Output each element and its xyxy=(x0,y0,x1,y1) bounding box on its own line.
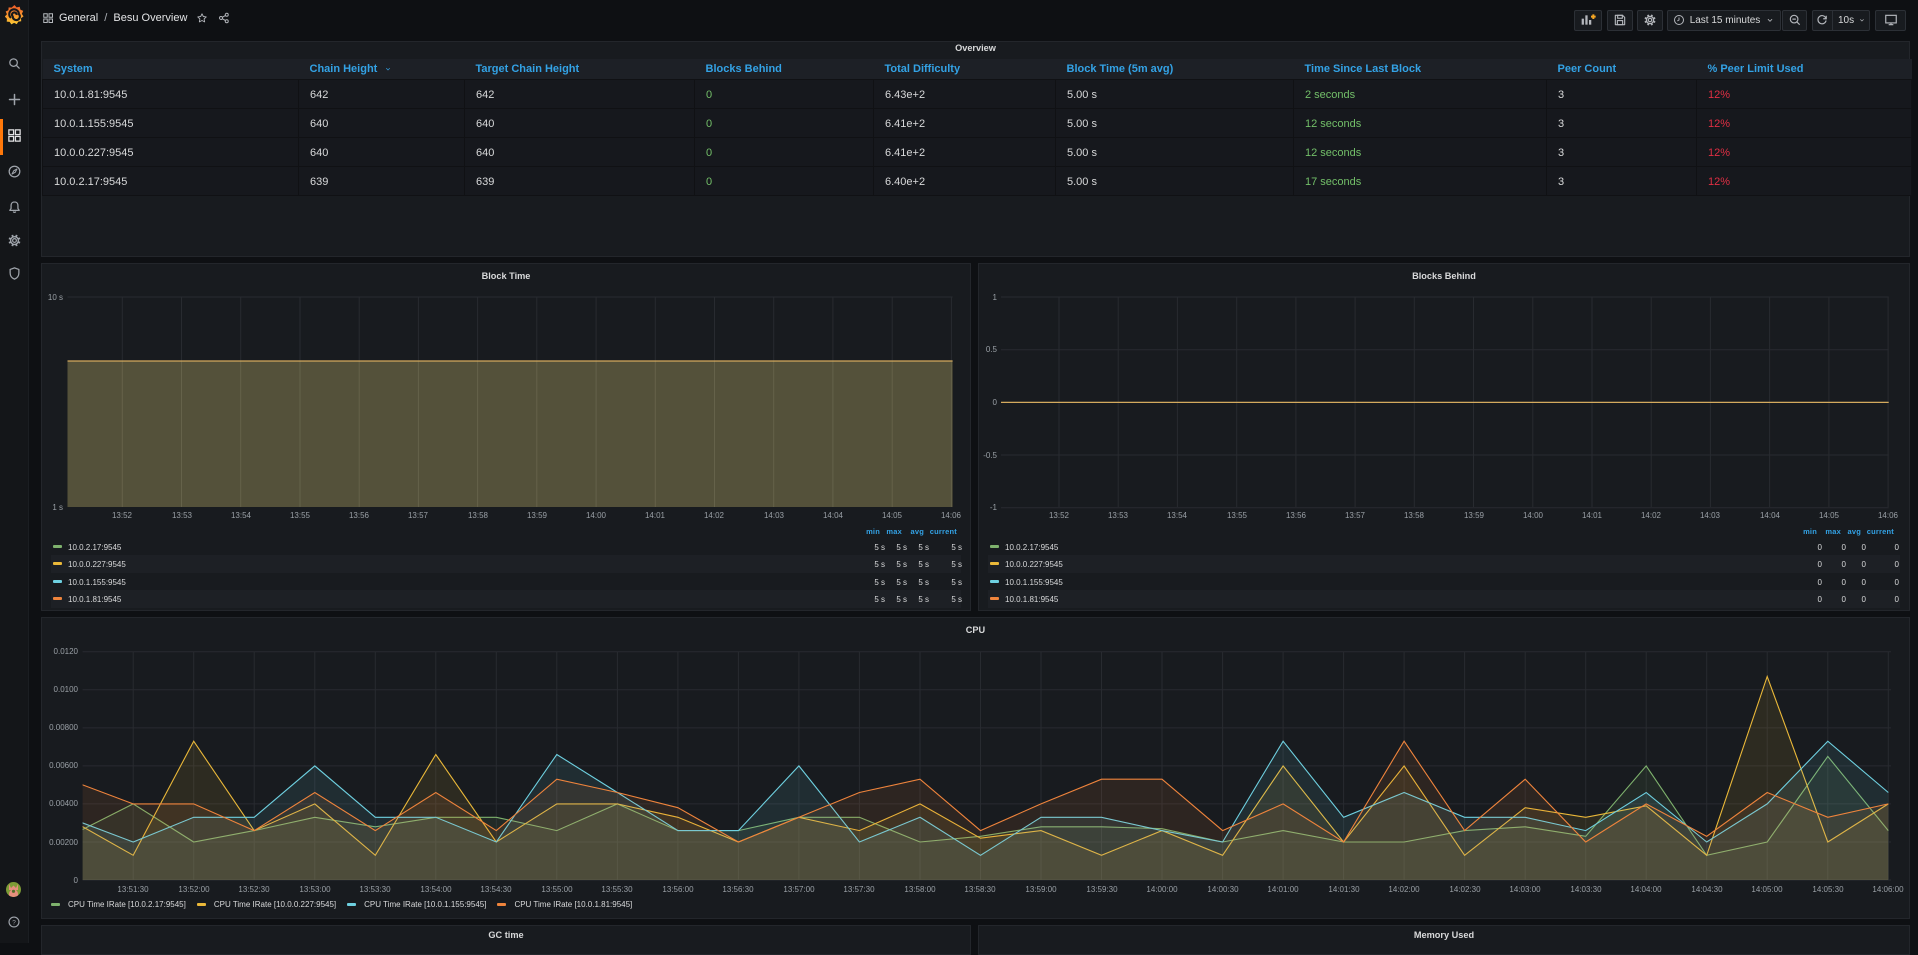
svg-text:?: ? xyxy=(12,919,16,926)
